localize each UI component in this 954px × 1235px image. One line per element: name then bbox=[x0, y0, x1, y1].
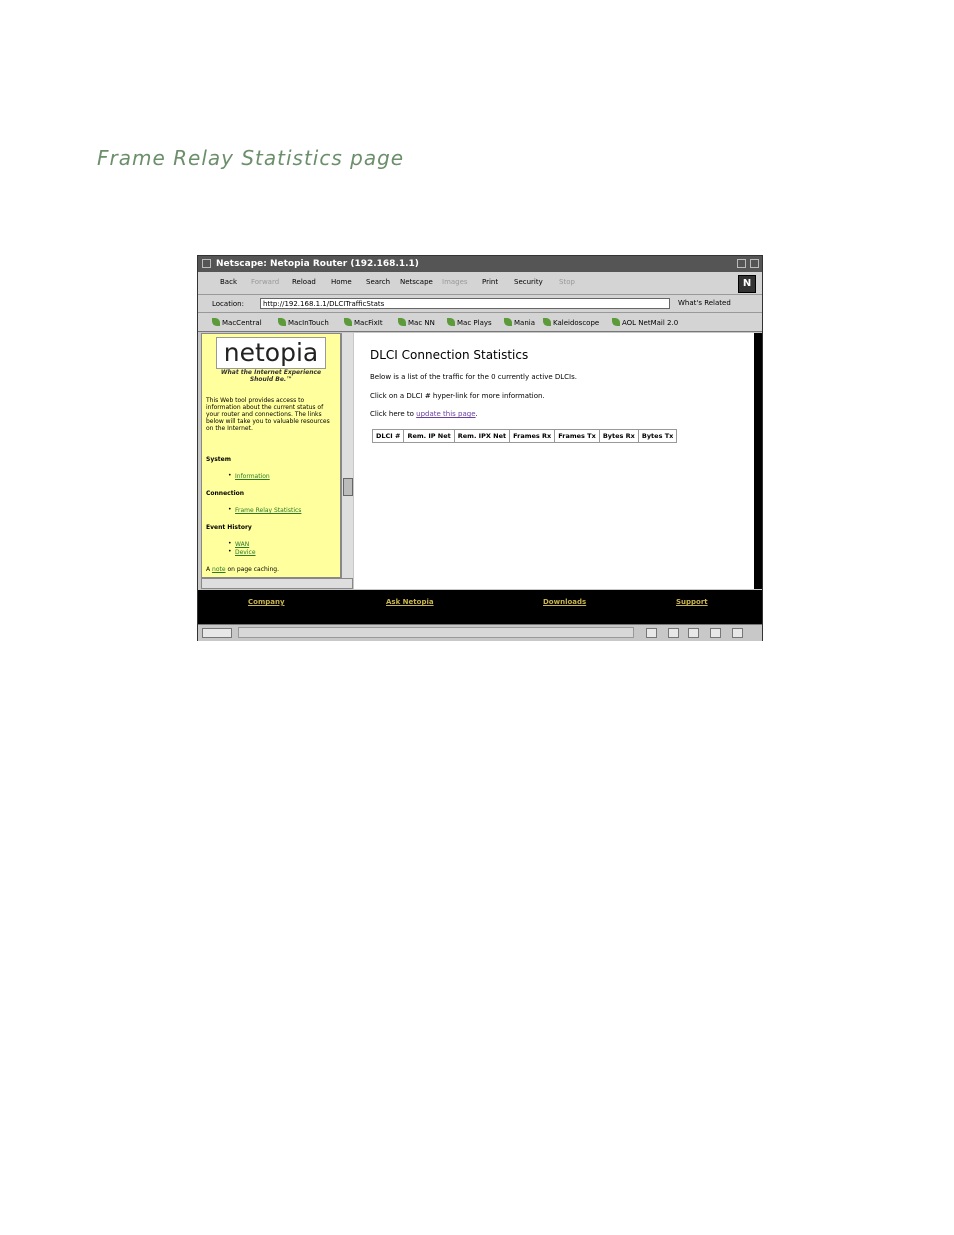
column-header: Bytes Rx bbox=[598, 429, 639, 443]
url-field[interactable]: http://192.168.1.1/DLCITrafficStats bbox=[260, 298, 670, 309]
whats-related-button[interactable]: What's Related bbox=[678, 299, 731, 307]
update-text: Click here to update this page. bbox=[370, 410, 478, 418]
traffic-summary-text: Below is a list of the traffic for the 0… bbox=[370, 373, 577, 381]
column-header: Rem. IPX Net bbox=[453, 429, 511, 443]
system-heading: System bbox=[206, 456, 231, 463]
bullet-icon: • bbox=[228, 472, 232, 479]
column-header: Rem. IP Net bbox=[403, 429, 455, 443]
leaf-icon bbox=[212, 318, 220, 326]
netopia-tagline: What the Internet Experience Should Be.™ bbox=[220, 369, 322, 383]
location-bar: Location: http://192.168.1.1/DLCITraffic… bbox=[198, 295, 762, 313]
column-header: Frames Tx bbox=[554, 429, 600, 443]
bookmark-item[interactable]: AOL NetMail 2.0 bbox=[612, 318, 678, 327]
column-header: DLCI # bbox=[371, 429, 405, 443]
frame-relay-statistics-link[interactable]: Frame Relay Statistics bbox=[235, 507, 301, 514]
connection-heading: Connection bbox=[206, 490, 245, 497]
location-label: Location: bbox=[212, 300, 244, 308]
netopia-logo: netopia bbox=[216, 337, 326, 369]
dlci-statistics-table: DLCI # Rem. IP Net Rem. IPX Net Frames R… bbox=[371, 429, 678, 443]
bookmark-item[interactable]: Kaleidoscope bbox=[543, 318, 599, 327]
ask-netopia-link[interactable]: Ask Netopia bbox=[386, 598, 434, 606]
sidebar-intro: This Web tool provides access to informa… bbox=[206, 397, 330, 432]
status-bar bbox=[198, 624, 762, 641]
window-titlebar[interactable]: Netscape: Netopia Router (192.168.1.1) bbox=[198, 256, 762, 272]
images-button[interactable]: Images bbox=[442, 278, 468, 286]
bullet-icon: • bbox=[228, 506, 232, 513]
back-button[interactable]: Back bbox=[220, 278, 237, 286]
leaf-icon bbox=[543, 318, 551, 326]
column-header: Bytes Tx bbox=[637, 429, 678, 443]
main-content-frame: DLCI Connection Statistics Below is a li… bbox=[354, 333, 754, 589]
bookmark-item[interactable]: MacFixIt bbox=[344, 318, 383, 327]
bookmark-item[interactable]: Mac Plays bbox=[447, 318, 492, 327]
netscape-logo-icon: N bbox=[738, 275, 756, 293]
column-header: Frames Rx bbox=[509, 429, 556, 443]
note-link[interactable]: note bbox=[212, 566, 226, 573]
netscape-button[interactable]: Netscape bbox=[400, 278, 433, 286]
bookmarks-bar: MacCentral MacInTouch MacFixIt Mac NN Ma… bbox=[198, 313, 762, 332]
leaf-icon bbox=[398, 318, 406, 326]
sidebar-frame: netopia What the Internet Experience Sho… bbox=[201, 333, 341, 578]
downloads-link[interactable]: Downloads bbox=[543, 598, 586, 606]
device-link[interactable]: Device bbox=[235, 549, 256, 556]
leaf-icon bbox=[612, 318, 620, 326]
print-button[interactable]: Print bbox=[482, 278, 498, 286]
page-heading: DLCI Connection Statistics bbox=[370, 348, 529, 362]
leaf-icon bbox=[278, 318, 286, 326]
forward-button[interactable]: Forward bbox=[251, 278, 279, 286]
close-box-icon[interactable] bbox=[202, 259, 211, 268]
mail-icon[interactable] bbox=[668, 628, 679, 638]
search-button[interactable]: Search bbox=[366, 278, 390, 286]
discussion-icon[interactable] bbox=[688, 628, 699, 638]
scrollbar-thumb[interactable] bbox=[343, 478, 353, 496]
reload-button[interactable]: Reload bbox=[292, 278, 316, 286]
browser-window: Netscape: Netopia Router (192.168.1.1) B… bbox=[197, 255, 763, 641]
bookmark-item[interactable]: Mac NN bbox=[398, 318, 435, 327]
bookmark-item[interactable]: MacInTouch bbox=[278, 318, 329, 327]
stop-button[interactable]: Stop bbox=[559, 278, 575, 286]
composer-icon[interactable] bbox=[710, 628, 721, 638]
window-title: Netscape: Netopia Router (192.168.1.1) bbox=[216, 259, 419, 269]
component-icon[interactable] bbox=[646, 628, 657, 638]
collapse-box-icon[interactable] bbox=[750, 259, 759, 268]
main-scrollbar[interactable] bbox=[754, 333, 762, 589]
bullet-icon: • bbox=[228, 548, 232, 555]
sidebar-horizontal-scrollbar[interactable] bbox=[201, 578, 353, 589]
event-history-heading: Event History bbox=[206, 524, 252, 531]
table-header-row: DLCI # Rem. IP Net Rem. IPX Net Frames R… bbox=[371, 429, 678, 443]
home-button[interactable]: Home bbox=[331, 278, 352, 286]
update-page-link[interactable]: update this page bbox=[416, 410, 475, 418]
status-text-field bbox=[238, 627, 634, 638]
security-lock-icon[interactable] bbox=[202, 628, 232, 638]
navigation-toolbar: Back Forward Reload Home Search Netscape… bbox=[198, 272, 762, 295]
bookmark-item[interactable]: Mania bbox=[504, 318, 535, 327]
bullet-icon: • bbox=[228, 540, 232, 547]
leaf-icon bbox=[504, 318, 512, 326]
sidebar-vertical-scrollbar[interactable] bbox=[341, 333, 353, 578]
document-title: Frame Relay Statistics page bbox=[97, 146, 405, 170]
dlci-hint-text: Click on a DLCI # hyper-link for more in… bbox=[370, 392, 545, 400]
leaf-icon bbox=[344, 318, 352, 326]
wan-link[interactable]: WAN bbox=[235, 541, 249, 548]
company-link[interactable]: Company bbox=[248, 598, 285, 606]
footer-frame: Company Ask Netopia Downloads Support bbox=[198, 590, 762, 624]
caching-note: A note on page caching. bbox=[206, 566, 280, 573]
security-button[interactable]: Security bbox=[514, 278, 543, 286]
support-link[interactable]: Support bbox=[676, 598, 708, 606]
zoom-box-icon[interactable] bbox=[737, 259, 746, 268]
tools-icon[interactable] bbox=[732, 628, 743, 638]
bookmark-item[interactable]: MacCentral bbox=[212, 318, 262, 327]
information-link[interactable]: Information bbox=[235, 473, 270, 480]
leaf-icon bbox=[447, 318, 455, 326]
